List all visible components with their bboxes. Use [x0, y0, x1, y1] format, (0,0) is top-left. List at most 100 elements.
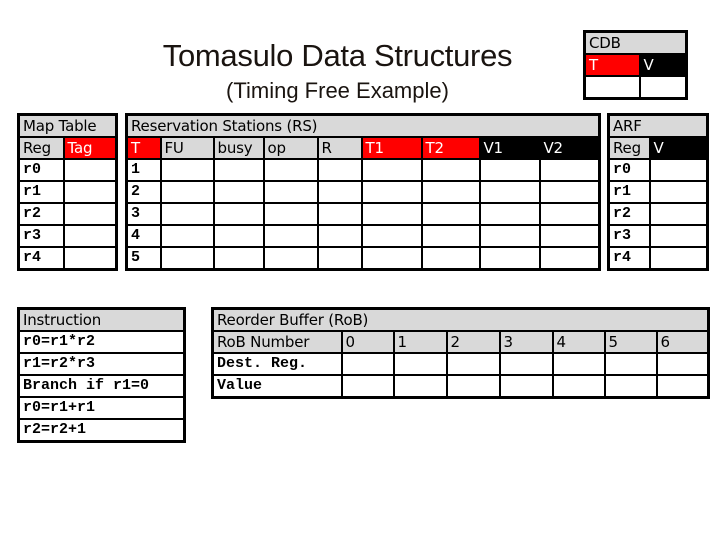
rs-cell — [538, 224, 601, 248]
map-table-row: r2 — [17, 202, 118, 226]
rob-number: 6 — [655, 330, 710, 354]
cdb-t-cell — [583, 75, 641, 100]
arf-value — [648, 158, 709, 182]
map-tag — [62, 180, 118, 204]
rs-tag: 5 — [125, 246, 162, 271]
map-reg: r3 — [17, 224, 65, 248]
map-reg: r4 — [17, 246, 65, 271]
rs-cell — [212, 158, 265, 182]
rob-cell — [551, 374, 606, 399]
arf-row: r1 — [607, 180, 709, 204]
rs-col-fu: FU — [159, 136, 215, 160]
instruction-text: r2=r2+1 — [17, 418, 186, 443]
arf-row: r2 — [607, 202, 709, 226]
arf-table: ARF Reg V r0 r1 r2 r3 r4 — [607, 113, 709, 271]
rs-cell — [538, 158, 601, 182]
instruction-row: Branch if r1=0 — [17, 374, 186, 398]
rs-col-op: op — [262, 136, 319, 160]
rob-cell — [445, 374, 501, 399]
rs-cell — [538, 180, 601, 204]
rs-cell — [478, 202, 541, 226]
cdb-table: CDB T V — [583, 30, 688, 100]
rob-cell — [655, 352, 710, 376]
map-table-row: r0 — [17, 158, 118, 182]
rs-cell — [316, 180, 363, 204]
rs-row: 1 — [125, 158, 601, 182]
cdb-v-cell — [638, 75, 688, 100]
rob-cell — [551, 352, 606, 376]
rs-cell — [212, 246, 265, 271]
map-reg: r2 — [17, 202, 65, 226]
rs-cell — [360, 224, 423, 248]
rob-number: 2 — [445, 330, 501, 354]
rob-value-label: Value — [211, 374, 343, 399]
arf-row: r3 — [607, 224, 709, 248]
rs-cell — [159, 202, 215, 226]
rob-number: 4 — [551, 330, 606, 354]
arf-reg: r1 — [607, 180, 651, 204]
rs-tag: 1 — [125, 158, 162, 182]
rs-cell — [212, 202, 265, 226]
map-tag — [62, 224, 118, 248]
arf-value — [648, 202, 709, 226]
rob-cell — [392, 374, 448, 399]
rs-tag: 3 — [125, 202, 162, 226]
rs-cell — [262, 224, 319, 248]
page-title: Tomasulo Data Structures — [162, 38, 513, 73]
rs-cell — [159, 158, 215, 182]
instruction-row: r0=r1+r1 — [17, 396, 186, 420]
rob-row-value: Value — [211, 374, 710, 399]
rs-cell — [360, 246, 423, 271]
page-subtitle: (Timing Free Example) — [226, 78, 449, 103]
rob-number-label: RoB Number — [211, 330, 343, 354]
reorder-buffer-table: Reorder Buffer (RoB) RoB Number 0 1 2 3 … — [211, 307, 711, 399]
rs-cell — [420, 224, 481, 248]
instruction-row: r1=r2*r3 — [17, 352, 186, 376]
rs-cell — [478, 180, 541, 204]
rs-col-t: T — [125, 136, 162, 160]
arf-value — [648, 224, 709, 248]
rob-cell — [445, 352, 501, 376]
rs-cell — [159, 224, 215, 248]
rs-cell — [538, 202, 601, 226]
rs-cell — [316, 224, 363, 248]
rs-cell — [420, 246, 481, 271]
rob-cell — [340, 352, 395, 376]
cdb-col-t: T — [583, 53, 641, 77]
rs-tag: 2 — [125, 180, 162, 204]
rob-number: 1 — [392, 330, 448, 354]
rs-col-r: R — [316, 136, 363, 160]
rs-row: 5 — [125, 246, 601, 271]
arf-value — [648, 180, 709, 204]
rs-col-t2: T2 — [420, 136, 481, 160]
arf-reg: r4 — [607, 246, 651, 271]
rob-cell — [498, 352, 554, 376]
rs-cell — [262, 246, 319, 271]
instruction-text: r1=r2*r3 — [17, 352, 186, 376]
rob-number: 3 — [498, 330, 554, 354]
arf-col-reg: Reg — [607, 136, 651, 160]
rs-cell — [316, 202, 363, 226]
arf-row: r4 — [607, 246, 709, 271]
rs-cell — [316, 246, 363, 271]
rs-cell — [478, 246, 541, 271]
rs-cell — [212, 224, 265, 248]
rob-dest-label: Dest. Reg. — [211, 352, 343, 376]
instruction-table: Instruction r0=r1*r2 r1=r2*r3 Branch if … — [17, 307, 186, 443]
rs-row: 4 — [125, 224, 601, 248]
map-tag — [62, 246, 118, 271]
instruction-text: Branch if r1=0 — [17, 374, 186, 398]
rs-cell — [159, 180, 215, 204]
arf-title: ARF — [607, 113, 709, 138]
rs-col-v2: V2 — [538, 136, 601, 160]
arf-col-v: V — [648, 136, 709, 160]
rob-number: 5 — [603, 330, 658, 354]
rob-cell — [603, 352, 658, 376]
rs-title: Reservation Stations (RS) — [125, 113, 601, 138]
rs-row: 3 — [125, 202, 601, 226]
rs-cell — [360, 180, 423, 204]
rs-cell — [262, 180, 319, 204]
rs-row: 2 — [125, 180, 601, 204]
rs-cell — [420, 180, 481, 204]
instruction-text: r0=r1+r1 — [17, 396, 186, 420]
